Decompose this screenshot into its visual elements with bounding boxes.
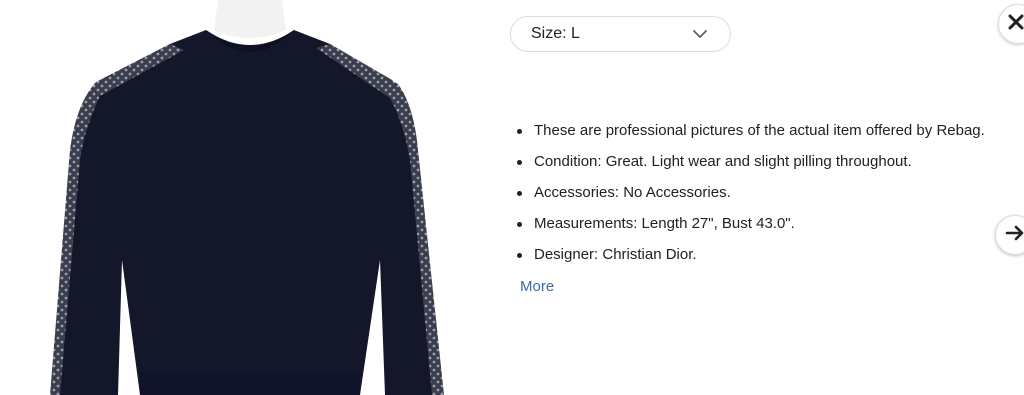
size-selector[interactable]: Size: L: [510, 16, 731, 52]
bullet-icon: [517, 222, 522, 227]
details-list-item: Designer: Christian Dior.: [514, 245, 1014, 265]
arrow-right-icon: [1005, 225, 1024, 246]
details-list-item: Condition: Great. Light wear and slight …: [514, 152, 1014, 172]
more-link[interactable]: More: [520, 278, 554, 295]
details-list-item: Measurements: Length 27", Bust 43.0".: [514, 214, 1014, 234]
product-details: These are professional pictures of the a…: [514, 121, 1014, 276]
chevron-down-icon: [692, 26, 708, 42]
bullet-icon: [517, 191, 522, 196]
product-image[interactable]: [0, 0, 500, 395]
details-list-item: Accessories: No Accessories.: [514, 183, 1014, 203]
details-item-text: These are professional pictures of the a…: [534, 122, 985, 139]
details-item-text: Designer: Christian Dior.: [534, 246, 697, 263]
bullet-icon: [517, 129, 522, 134]
details-list-item: These are professional pictures of the a…: [514, 121, 1014, 141]
product-detail-panel: Size: L These are professional pictures …: [0, 0, 1024, 395]
bullet-icon: [517, 160, 522, 165]
details-list: These are professional pictures of the a…: [514, 121, 1014, 265]
sweater-hem: [140, 372, 360, 395]
size-selector-label: Size: L: [531, 25, 580, 42]
sweater-illustration: [50, 0, 444, 395]
mannequin-neck: [214, 0, 286, 38]
details-item-text: Accessories: No Accessories.: [534, 184, 731, 201]
details-item-text: Measurements: Length 27", Bust 43.0".: [534, 215, 795, 232]
close-button[interactable]: [998, 4, 1024, 44]
close-icon: [1007, 13, 1024, 36]
details-item-text: Condition: Great. Light wear and slight …: [534, 153, 912, 170]
bullet-icon: [517, 253, 522, 258]
